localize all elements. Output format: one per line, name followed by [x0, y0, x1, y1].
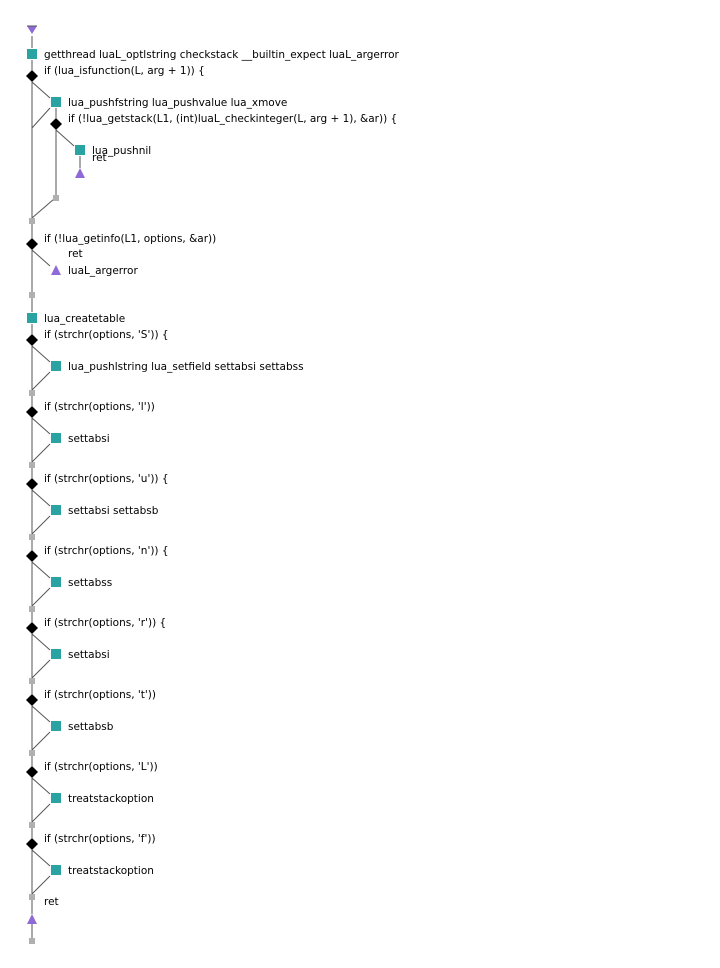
- node-label: if (strchr(options, 'l')): [44, 401, 155, 413]
- join-node: [29, 390, 35, 396]
- join-node: [29, 822, 35, 828]
- condition-node: [50, 118, 62, 130]
- node-label: if (strchr(options, 'n')) {: [44, 545, 169, 557]
- join-node: [29, 894, 35, 900]
- node-label: if (!lua_getstack(L1, (int)luaL_checkint…: [68, 113, 397, 125]
- condition-node: [26, 334, 38, 346]
- entry-marker: [27, 26, 37, 34]
- node-label: treatstackoption: [68, 793, 154, 805]
- return-marker: [51, 265, 61, 275]
- node-label: settabsi settabsb: [68, 505, 159, 517]
- condition-node: [26, 766, 38, 778]
- statement-node: [27, 313, 37, 323]
- join-node: [53, 195, 59, 201]
- node-label: ret: [92, 152, 107, 164]
- node-label: getthread luaL_optlstring checkstack __b…: [44, 49, 400, 61]
- node-label: settabsi: [68, 433, 110, 445]
- control-flow-diagram: getthread luaL_optlstring checkstack __b…: [26, 25, 400, 944]
- statement-node: [51, 577, 61, 587]
- condition-node: [26, 694, 38, 706]
- node-label: if (strchr(options, 'L')): [44, 761, 158, 773]
- node-label: ret: [44, 896, 59, 908]
- node-label: luaL_argerror: [68, 265, 138, 277]
- return-marker: [75, 168, 85, 178]
- node-label: settabss: [68, 577, 112, 589]
- statement-node: [75, 145, 85, 155]
- statement-node: [51, 433, 61, 443]
- join-node: [29, 462, 35, 468]
- join-node: [29, 534, 35, 540]
- statement-node: [27, 49, 37, 59]
- condition-node: [26, 406, 38, 418]
- join-node: [29, 750, 35, 756]
- node-label: if (lua_isfunction(L, arg + 1)) {: [44, 65, 205, 77]
- join-node: [29, 606, 35, 612]
- node-label: lua_createtable: [44, 313, 125, 325]
- join-node: [29, 218, 35, 224]
- node-label: if (!lua_getinfo(L1, options, &ar)): [44, 233, 216, 245]
- statement-node: [51, 865, 61, 875]
- condition-node: [26, 238, 38, 250]
- node-label: if (strchr(options, 'u')) {: [44, 473, 169, 485]
- node-label: settabsi: [68, 649, 110, 661]
- node-label: settabsb: [68, 721, 114, 733]
- condition-node: [26, 70, 38, 82]
- node-label: ret: [68, 248, 83, 260]
- statement-node: [51, 361, 61, 371]
- condition-node: [26, 622, 38, 634]
- return-marker: [27, 914, 37, 924]
- condition-node: [26, 838, 38, 850]
- node-label: if (strchr(options, 'f')): [44, 833, 156, 845]
- statement-node: [51, 721, 61, 731]
- node-label: lua_pushlstring lua_setfield settabsi se…: [68, 361, 304, 373]
- node-label: if (strchr(options, 'S')) {: [44, 329, 169, 341]
- join-node: [29, 678, 35, 684]
- node-label: if (strchr(options, 'r')) {: [44, 617, 166, 629]
- exit-node: [29, 938, 35, 944]
- node-label: lua_pushfstring lua_pushvalue lua_xmove: [68, 97, 287, 109]
- condition-node: [26, 550, 38, 562]
- statement-node: [51, 505, 61, 515]
- condition-node: [26, 478, 38, 490]
- statement-node: [51, 97, 61, 107]
- node-label: if (strchr(options, 't')): [44, 689, 156, 701]
- statement-node: [51, 793, 61, 803]
- statement-node: [51, 649, 61, 659]
- node-label: treatstackoption: [68, 865, 154, 877]
- join-node: [29, 292, 35, 298]
